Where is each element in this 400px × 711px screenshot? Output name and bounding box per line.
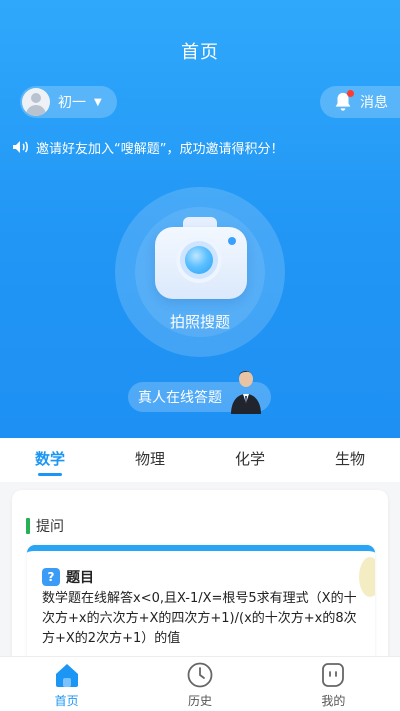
- photo-search-button[interactable]: 拍照搜题: [115, 187, 285, 357]
- subject-tabs: 数学 物理 化学 生物: [0, 438, 400, 482]
- tab-physics[interactable]: 物理: [120, 438, 180, 482]
- teacher-photo: [231, 371, 261, 414]
- question-title-label: 题目: [66, 570, 94, 586]
- page-title: 首页: [181, 42, 219, 63]
- live-answer-label: 真人在线答题: [138, 390, 222, 406]
- bell-icon: [332, 90, 354, 113]
- messages-button[interactable]: 消息: [320, 86, 400, 118]
- notice-bar[interactable]: 邀请好友加入“嗖解题”，成功邀请得积分！: [12, 137, 392, 157]
- caret-down-icon: ▼: [94, 96, 102, 108]
- nav-mine[interactable]: 我的: [267, 657, 400, 711]
- clock-icon: [187, 662, 213, 688]
- question-title: ? 题目: [42, 567, 94, 587]
- section-marker: [26, 518, 30, 534]
- messages-label: 消息: [360, 95, 388, 111]
- question-text: 数学题在线解答x<0,且X-1/X=根号5求有理式（X的十次方+x的六次方+X的…: [42, 591, 357, 646]
- nav-home-label: 首页: [54, 694, 79, 708]
- tab-math[interactable]: 数学: [20, 438, 80, 482]
- card-header: 提问: [26, 516, 64, 536]
- question-mark-icon: ?: [42, 568, 60, 586]
- grade-label: 初一: [58, 95, 86, 111]
- bottom-nav: 首页 历史 我的: [0, 656, 400, 711]
- notice-text: 邀请好友加入“嗖解题”，成功邀请得积分！: [36, 141, 284, 157]
- speaker-icon: [13, 141, 28, 153]
- question-card[interactable]: 提问 ? 题目 数学题在线解答x<0,且X-1/X=根号5求有理式（X的十次方+…: [12, 490, 388, 670]
- tab-chemistry[interactable]: 化学: [220, 438, 280, 482]
- nav-history-label: 历史: [187, 694, 212, 708]
- nav-home[interactable]: 首页: [0, 657, 133, 711]
- card-header-label: 提问: [36, 519, 64, 535]
- tab-biology[interactable]: 生物: [320, 438, 380, 482]
- profile-face-icon: [322, 663, 345, 687]
- nav-mine-label: 我的: [321, 694, 346, 708]
- question-box[interactable]: ? 题目 数学题在线解答x<0,且X-1/X=根号5求有理式（X的十次方+x的六…: [27, 545, 375, 670]
- unread-badge: [347, 90, 354, 97]
- avatar: [22, 88, 50, 116]
- nav-history[interactable]: 历史: [133, 657, 266, 711]
- home-icon: [55, 664, 78, 687]
- photo-search-label: 拍照搜题: [169, 313, 230, 331]
- hero-banner: 首页 初一 ▼ 消息 邀请好友加入“嗖解题”，成功邀请得积分！ 拍照搜题 真人在…: [0, 0, 400, 438]
- grade-selector[interactable]: 初一 ▼: [20, 86, 117, 118]
